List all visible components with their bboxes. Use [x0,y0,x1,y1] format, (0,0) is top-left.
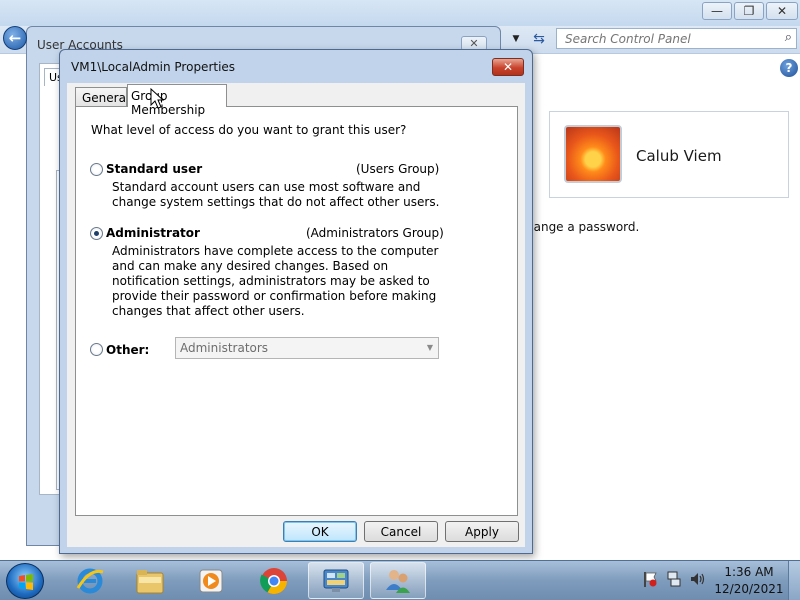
dialog-close-button[interactable]: ✕ [492,58,524,76]
chrome-icon [260,567,288,594]
address-dropdown-button[interactable]: ▼ [506,30,526,48]
taskbar-user-accounts[interactable] [370,562,426,599]
tab-group-membership[interactable]: Group Membership [127,84,227,117]
administrator-description: Administrators have complete access to t… [112,244,439,318]
volume-icon[interactable] [690,572,706,586]
standard-user-description: Standard account users can use most soft… [112,180,440,209]
tab-general[interactable]: General [75,87,129,107]
internet-explorer-icon [76,568,104,593]
other-group-select-value: Administrators [180,341,269,355]
user-account-card[interactable]: Calub Viem [549,111,789,198]
dialog-title: VM1\LocalAdmin Properties [71,60,236,74]
maximize-button[interactable]: ❐ [734,2,764,20]
taskbar-internet-explorer[interactable] [62,562,118,599]
other-radio[interactable] [90,343,103,356]
administrator-radio[interactable] [90,227,103,240]
clock-time[interactable]: 1:36 AM [724,565,774,579]
show-desktop-button[interactable] [788,561,800,600]
network-icon[interactable] [667,571,681,587]
control-panel-titlebar [0,0,800,26]
dialog-client-area: General Group Membership What level of a… [67,83,525,547]
search-box[interactable]: ⌕ [556,28,797,49]
start-button[interactable] [6,563,44,599]
control-panel-icon [323,569,349,592]
search-input[interactable] [565,31,770,46]
user-name: Calub Viem [636,147,722,165]
properties-dialog: VM1\LocalAdmin Properties ✕ General Grou… [59,49,533,554]
access-question: What level of access do you want to gran… [91,123,407,137]
taskbar-chrome[interactable] [246,562,302,599]
windows-logo-icon [19,574,33,590]
minimize-button[interactable]: — [702,2,732,20]
close-button[interactable]: ✕ [766,2,798,20]
taskbar-control-panel[interactable] [308,562,364,599]
other-label[interactable]: Other: [106,343,149,357]
back-arrow-icon[interactable]: ← [3,26,27,50]
apply-button[interactable]: Apply [445,521,519,542]
search-icon[interactable]: ⌕ [785,30,792,45]
administrators-group-tag: (Administrators Group) [306,226,444,240]
clock-date[interactable]: 12/20/2021 [714,582,784,596]
ok-button[interactable]: OK [283,521,357,542]
administrator-label[interactable]: Administrator [106,226,200,240]
action-center-flag-icon[interactable] [643,571,657,587]
refresh-button[interactable]: ⇆ [529,30,549,48]
standard-user-radio[interactable] [90,163,103,176]
user-accounts-icon [386,569,410,593]
chevron-down-icon: ▼ [426,343,433,352]
help-icon[interactable]: ? [780,59,798,77]
cancel-button[interactable]: Cancel [364,521,438,542]
change-password-link[interactable]: hange a password. [526,220,639,234]
user-picture-flower[interactable] [564,125,622,183]
taskbar-media-player[interactable] [183,562,239,599]
standard-user-label[interactable]: Standard user [106,162,202,176]
taskbar-windows-explorer[interactable] [122,562,178,599]
users-group-tag: (Users Group) [356,162,440,176]
media-player-icon [199,569,223,592]
folder-icon [136,569,164,593]
group-membership-panel: What level of access do you want to gran… [75,106,518,516]
mouse-cursor-icon [150,88,165,109]
other-group-select[interactable]: Administrators ▼ [175,337,439,359]
